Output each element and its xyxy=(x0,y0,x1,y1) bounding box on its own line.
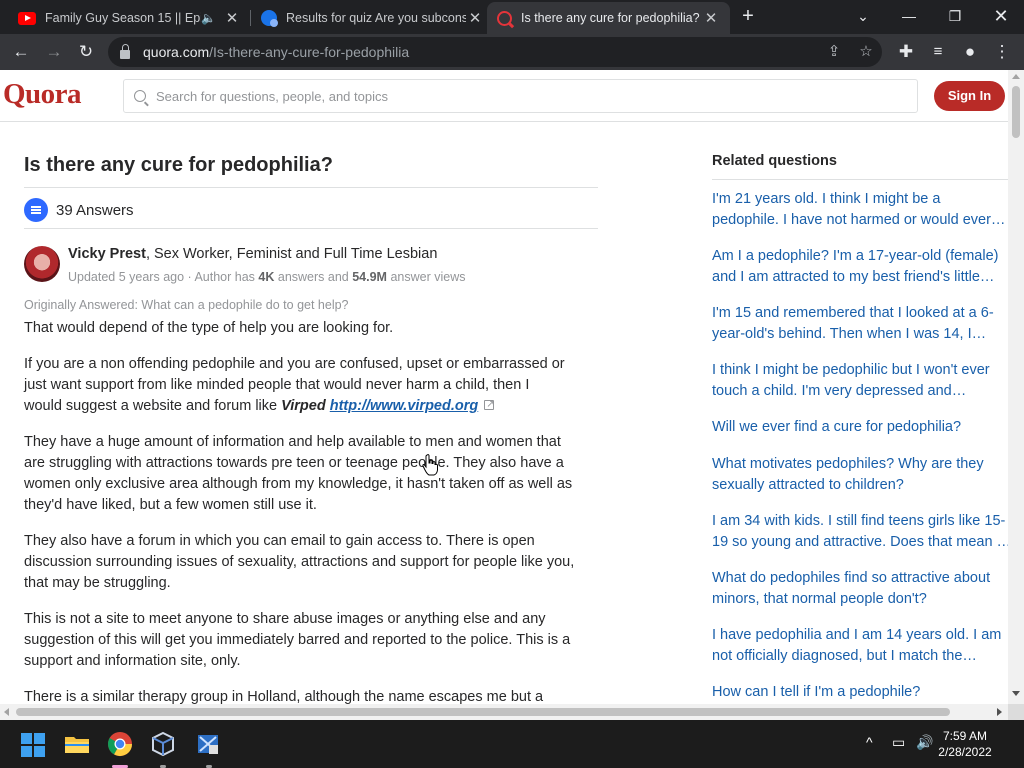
reload-icon[interactable]: ↻ xyxy=(74,40,98,64)
profile-icon[interactable]: ● xyxy=(958,40,982,64)
related-question-link[interactable]: I am 34 with kids. I still find teens gi… xyxy=(712,511,1008,568)
network-icon[interactable]: ▭ xyxy=(892,734,905,751)
tab-close-icon[interactable]: ✕ xyxy=(466,9,484,27)
extensions-puzzle-icon[interactable]: ✚ xyxy=(894,40,918,64)
related-question-link[interactable]: I think I might be pedophilic but I won'… xyxy=(712,360,1008,417)
tab-google[interactable]: Results for quiz Are you subconsc ✕ xyxy=(251,2,494,34)
search-input[interactable] xyxy=(156,88,856,104)
divider xyxy=(24,187,598,188)
scroll-down-arrow-icon[interactable] xyxy=(1012,691,1020,696)
tab-close-icon[interactable]: ✕ xyxy=(702,9,720,27)
answer-author: Vicky Prest, Sex Worker, Feminist and Fu… xyxy=(24,244,598,288)
tab-title: Results for quiz Are you subconsc xyxy=(286,11,466,25)
scrollbar-corner xyxy=(1008,704,1024,720)
menu-kebab-icon[interactable]: ⋮ xyxy=(990,40,1014,64)
share-icon[interactable]: ⇪ xyxy=(822,40,846,64)
chrome-icon[interactable] xyxy=(103,727,137,761)
answer-paragraph: They have a huge amount of information a… xyxy=(24,434,573,513)
restore-button[interactable]: ❐ xyxy=(932,0,978,32)
avatar[interactable] xyxy=(24,246,60,282)
tab-close-icon[interactable]: ✕ xyxy=(223,9,241,27)
sign-in-button[interactable]: Sign In xyxy=(934,81,1005,111)
taskbar-clock[interactable]: 7:59 AM 2/28/2022 xyxy=(936,728,994,760)
horizontal-scrollbar[interactable] xyxy=(0,704,1008,720)
youtube-icon xyxy=(18,11,36,25)
speaker-icon[interactable]: 🔈 xyxy=(201,11,219,25)
author-credential: , Sex Worker, Feminist and Full Time Les… xyxy=(145,246,438,262)
virped-link[interactable]: http://www.virped.org xyxy=(330,398,478,414)
lock-icon[interactable] xyxy=(120,43,130,59)
quora-icon xyxy=(497,10,512,26)
volume-icon[interactable]: 🔊 xyxy=(916,734,933,751)
answer-paragraph: That would depend of the type of help yo… xyxy=(24,320,394,336)
media-control-icon[interactable]: ≡ xyxy=(926,40,950,64)
search-icon xyxy=(134,90,146,102)
answer-meta: Updated 5 years ago · Author has 4K answ… xyxy=(68,270,466,284)
file-explorer-icon[interactable] xyxy=(60,727,94,761)
related-question-link[interactable]: I'm 21 years old. I think I might be a pe… xyxy=(712,189,1008,246)
close-window-button[interactable]: ✕ xyxy=(978,0,1024,32)
answer-body: That would depend of the type of help yo… xyxy=(24,318,598,704)
scroll-up-arrow-icon[interactable] xyxy=(1012,74,1020,79)
virped-name: Virped xyxy=(281,398,326,414)
answers-count-row: 39 Answers xyxy=(24,198,134,222)
back-arrow-icon[interactable]: ← xyxy=(9,40,33,64)
quora-page: Quora Sign In Is there any cure for pedo… xyxy=(0,70,1008,704)
browser-toolbar: ← → ↻ quora.com/Is-there-any-cure-for-pe… xyxy=(0,34,1024,70)
scrollbar-thumb[interactable] xyxy=(16,708,950,716)
tab-title: Is there any cure for pedophilia? xyxy=(521,11,700,25)
author-name[interactable]: Vicky Prest xyxy=(68,246,146,262)
related-question-link[interactable]: Will we ever find a cure for pedophilia? xyxy=(712,417,1008,454)
quora-header: Quora Sign In xyxy=(0,70,1008,122)
tab-quora[interactable]: Is there any cure for pedophilia? ✕ xyxy=(487,2,730,34)
bookmark-star-icon[interactable]: ☆ xyxy=(854,40,878,64)
related-question-link[interactable]: Am I a pedophile? I'm a 17-year-old (fem… xyxy=(712,246,1008,303)
url-text[interactable]: quora.com/Is-there-any-cure-for-pedophil… xyxy=(143,44,409,60)
tab-youtube[interactable]: Family Guy Season 15 || Episo 🔈 ✕ xyxy=(8,2,251,34)
answer-paragraph: If you are a non offending pedophile and… xyxy=(24,354,598,417)
related-question-link[interactable]: What motivates pedophiles? Why are they s… xyxy=(712,454,1008,511)
answer-paragraph: They also have a forum in which you can … xyxy=(24,533,575,591)
virtualbox-icon[interactable] xyxy=(146,727,180,761)
related-list: I'm 21 years old. I think I might be a pe… xyxy=(712,189,1008,704)
chevron-up-icon[interactable]: ^ xyxy=(866,734,873,750)
divider xyxy=(24,228,598,229)
answers-list-icon xyxy=(24,198,48,222)
new-tab-button[interactable]: + xyxy=(737,6,759,28)
windows-taskbar: ^ ▭ 🔊 7:59 AM 2/28/2022 xyxy=(0,720,1024,768)
vertical-scrollbar[interactable] xyxy=(1008,70,1024,704)
tab-search-button[interactable]: ⌄ xyxy=(840,0,886,32)
answers-count: 39 Answers xyxy=(56,201,134,219)
scrollbar-thumb[interactable] xyxy=(1012,86,1020,138)
related-question-link[interactable]: How can I tell if I'm a pedophile? xyxy=(712,682,1008,704)
forward-arrow-icon[interactable]: → xyxy=(42,40,66,64)
originally-answered[interactable]: Originally Answered: What can a pedophil… xyxy=(24,298,349,312)
quora-logo[interactable]: Quora xyxy=(3,78,82,111)
related-question-link[interactable]: What do pedophiles find so attractive ab… xyxy=(712,568,1008,625)
hand-cursor-icon xyxy=(422,454,438,476)
clock-date: 2/28/2022 xyxy=(938,745,992,759)
minimize-button[interactable]: — xyxy=(886,0,932,32)
author-line: Vicky Prest, Sex Worker, Feminist and Fu… xyxy=(68,246,437,262)
question-title: Is there any cure for pedophilia? xyxy=(24,154,333,176)
tab-strip: Family Guy Season 15 || Episo 🔈 ✕ Result… xyxy=(0,0,1024,34)
clock-time: 7:59 AM xyxy=(942,729,988,743)
related-question-link[interactable]: I'm 15 and remembered that I looked at a… xyxy=(712,303,1008,360)
address-bar[interactable]: quora.com/Is-there-any-cure-for-pedophil… xyxy=(108,37,882,67)
related-question-link[interactable]: I have pedophilia and I am 14 years old.… xyxy=(712,625,1008,682)
search-box[interactable] xyxy=(123,79,918,113)
external-link-icon xyxy=(484,394,495,415)
windows-start-icon[interactable] xyxy=(21,733,45,757)
answer-paragraph: This is not a site to meet anyone to sha… xyxy=(24,611,571,669)
scroll-left-arrow-icon[interactable] xyxy=(4,708,9,716)
tab-title: Family Guy Season 15 || Episo xyxy=(45,11,201,25)
related-title: Related questions xyxy=(712,153,837,169)
divider xyxy=(712,179,1008,180)
scroll-right-arrow-icon[interactable] xyxy=(997,708,1002,716)
google-icon xyxy=(261,10,278,27)
virtualbox-vm-icon[interactable] xyxy=(191,727,225,761)
answer-paragraph: There is a similar therapy group in Holl… xyxy=(24,689,544,704)
